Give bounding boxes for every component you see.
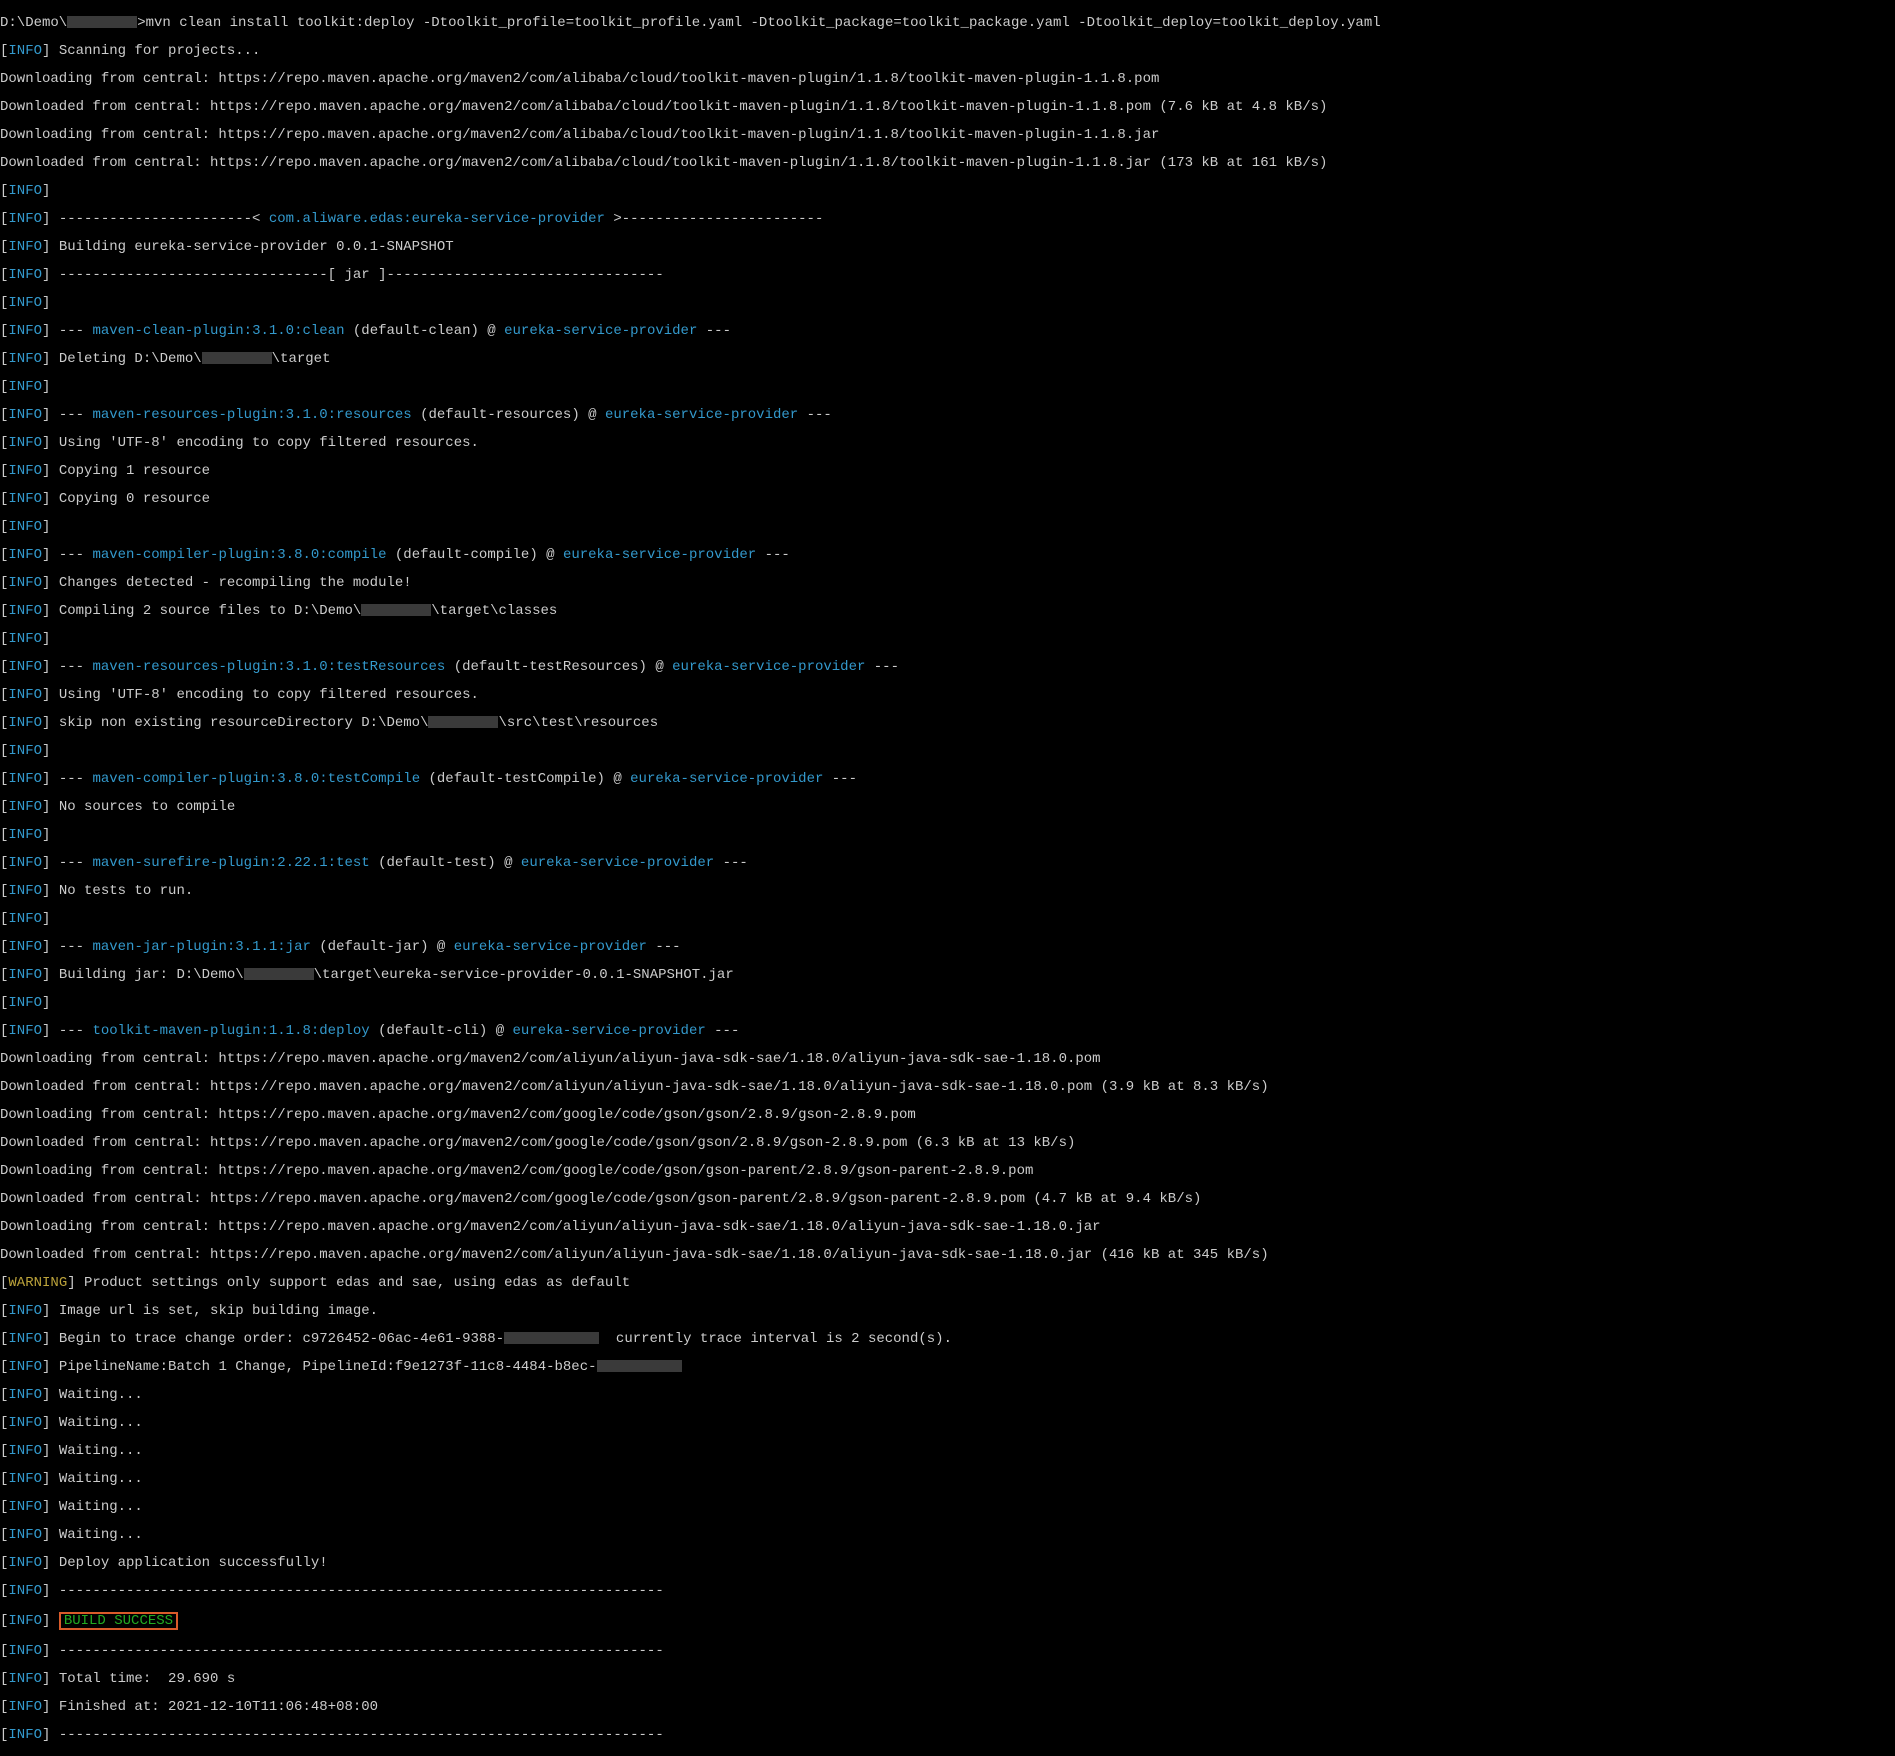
plugin-resources: maven-resources-plugin:3.1.0:resources <box>92 407 411 423</box>
download-line: Downloaded from central: https://repo.ma… <box>0 1136 1895 1150</box>
plugin-surefire: maven-surefire-plugin:2.22.1:test <box>92 855 369 871</box>
download-line: Downloaded from central: https://repo.ma… <box>0 1192 1895 1206</box>
total-time: Total time: 29.690 s <box>50 1671 235 1687</box>
plugin-testcompile: maven-compiler-plugin:3.8.0:testCompile <box>92 771 420 787</box>
redacted-path <box>202 352 272 364</box>
download-line: Downloaded from central: https://repo.ma… <box>0 156 1895 170</box>
download-line: Downloading from central: https://repo.m… <box>0 1164 1895 1178</box>
redacted-path <box>428 716 498 728</box>
build-success-highlight: BUILD SUCCESS <box>59 1612 178 1630</box>
redacted-path <box>361 604 431 616</box>
download-line: Downloaded from central: https://repo.ma… <box>0 1248 1895 1262</box>
plugin-jar: maven-jar-plugin:3.1.1:jar <box>92 939 310 955</box>
build-success-text: BUILD SUCCESS <box>64 1613 173 1629</box>
terminal-output[interactable]: D:\Demo\>mvn clean install toolkit:deplo… <box>0 0 1895 1756</box>
level-info: INFO <box>8 43 42 59</box>
redacted-id <box>597 1360 682 1372</box>
redacted-path <box>67 16 137 28</box>
download-line: Downloading from central: https://repo.m… <box>0 72 1895 86</box>
plugin-testresources: maven-resources-plugin:3.1.0:testResourc… <box>92 659 445 675</box>
redacted-id <box>504 1332 599 1344</box>
download-line: Downloaded from central: https://repo.ma… <box>0 1080 1895 1094</box>
download-line: Downloading from central: https://repo.m… <box>0 1220 1895 1234</box>
project-link: com.aliware.edas:eureka-service-provider <box>269 211 605 227</box>
prompt-line: D:\Demo\>mvn clean install toolkit:deplo… <box>0 16 1895 30</box>
plugin-compile: maven-compiler-plugin:3.8.0:compile <box>92 547 386 563</box>
redacted-path <box>244 968 314 980</box>
plugin-clean: maven-clean-plugin:3.1.0:clean <box>92 323 344 339</box>
build-success-line: [INFO] BUILD SUCCESS <box>0 1612 1895 1630</box>
download-line: Downloaded from central: https://repo.ma… <box>0 100 1895 114</box>
download-line: Downloading from central: https://repo.m… <box>0 1052 1895 1066</box>
download-line: Downloading from central: https://repo.m… <box>0 128 1895 142</box>
download-line: Downloading from central: https://repo.m… <box>0 1108 1895 1122</box>
finished-at: Finished at: 2021-12-10T11:06:48+08:00 <box>50 1699 378 1715</box>
plugin-toolkit: toolkit-maven-plugin:1.1.8:deploy <box>92 1023 369 1039</box>
level-warning: WARNING <box>8 1275 67 1291</box>
